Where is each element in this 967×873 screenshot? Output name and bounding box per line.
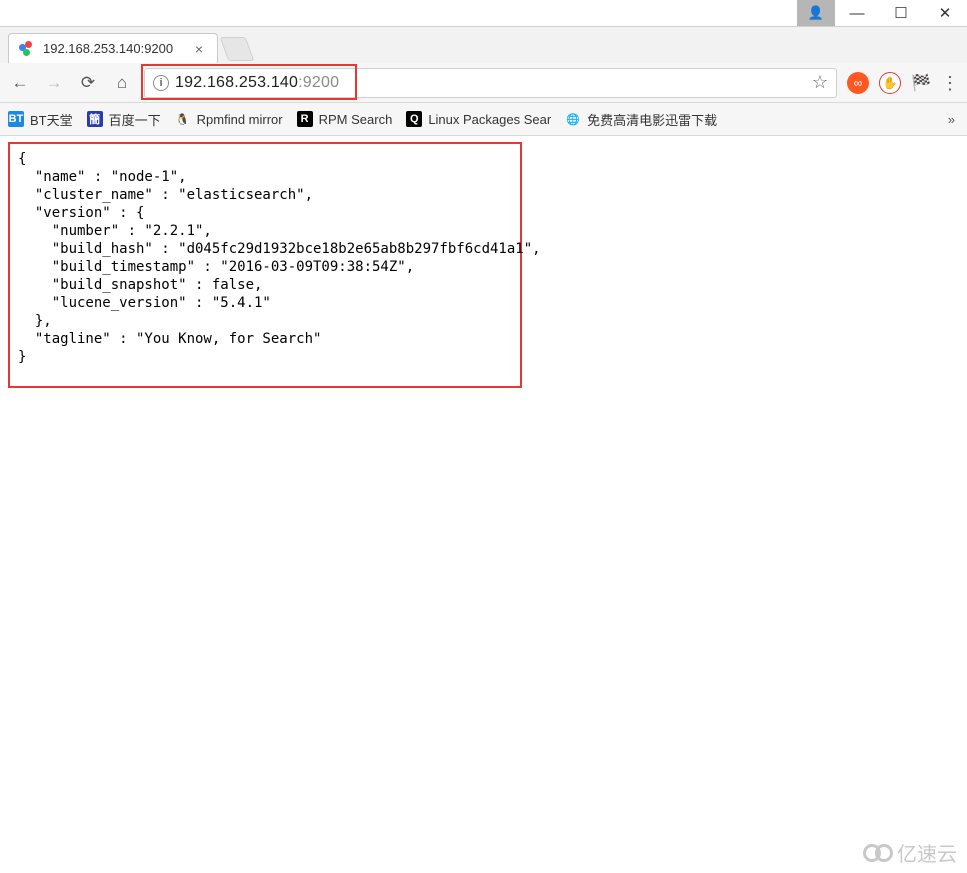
back-button[interactable]: ←	[8, 71, 32, 95]
back-arrow-icon: ←	[12, 73, 29, 93]
bookmark-label: 免费高清电影迅雷下载	[587, 110, 717, 129]
bookmark-icon: 🐧	[175, 111, 191, 127]
url-port: :9200	[298, 74, 339, 91]
bookmark-item[interactable]: 🌐 免费高清电影迅雷下载	[565, 110, 717, 129]
bookmark-label: RPM Search	[319, 112, 393, 127]
window-maximize-button[interactable]: ☐	[879, 0, 923, 26]
url-text[interactable]: 192.168.253.140:9200	[175, 74, 806, 92]
home-icon: ⌂	[117, 73, 127, 93]
bookmark-item[interactable]: 🐧 Rpmfind mirror	[175, 111, 283, 127]
url-host: 192.168.253.140	[175, 74, 298, 91]
bookmark-icon: R	[297, 111, 313, 127]
window-close-button[interactable]: ✕	[923, 0, 967, 26]
bookmarks-overflow-button[interactable]: »	[944, 112, 959, 127]
tab-favicon	[19, 41, 35, 57]
bookmark-label: 百度一下	[109, 110, 161, 129]
browser-tab[interactable]: 192.168.253.140:9200 ×	[8, 33, 218, 63]
window-titlebar: 👤 — ☐ ✕	[0, 0, 967, 27]
watermark: 亿速云	[863, 838, 957, 867]
extension-icon-2[interactable]: ✋	[879, 72, 901, 94]
forward-arrow-icon: →	[46, 73, 63, 93]
bookmark-item[interactable]: R RPM Search	[297, 111, 393, 127]
json-response-highlight: { "name" : "node-1", "cluster_name" : "e…	[8, 142, 522, 388]
new-tab-button[interactable]	[220, 37, 255, 61]
extension-icon-3[interactable]: 🏁	[911, 73, 931, 93]
bookmark-item[interactable]: Q Linux Packages Sear	[406, 111, 551, 127]
bookmark-icon: Q	[406, 111, 422, 127]
extension-icon-1[interactable]: ∞	[847, 72, 869, 94]
titlebar-spacer	[0, 0, 797, 26]
address-bar[interactable]: i 192.168.253.140:9200 ☆	[144, 68, 837, 98]
watermark-circle-icon	[875, 844, 893, 862]
bookmark-item[interactable]: 簡百度一下	[87, 110, 161, 129]
home-button[interactable]: ⌂	[110, 71, 134, 95]
page-content: { "name" : "node-1", "cluster_name" : "e…	[0, 136, 967, 873]
bookmark-icon: 🌐	[565, 111, 581, 127]
site-info-icon[interactable]: i	[153, 75, 169, 91]
browser-menu-button[interactable]: ⋮	[941, 80, 959, 86]
json-response-text: { "name" : "node-1", "cluster_name" : "e…	[18, 150, 512, 366]
bookmark-label: Linux Packages Sear	[428, 112, 551, 127]
tab-close-button[interactable]: ×	[191, 41, 207, 57]
bookmark-label: BT天堂	[30, 110, 73, 129]
bookmark-item[interactable]: BT BT天堂	[8, 110, 73, 129]
bookmark-label: Rpmfind mirror	[197, 112, 283, 127]
reload-button[interactable]: ⟳	[76, 71, 100, 95]
chevron-right-icon: »	[948, 112, 955, 127]
bookmarks-bar: BT BT天堂簡百度一下 🐧 Rpmfind mirror R RPM Search Q Li…	[0, 103, 967, 136]
window-minimize-button[interactable]: —	[835, 0, 879, 26]
bookmark-icon: BT	[8, 111, 24, 127]
bookmark-icon: 簡	[87, 111, 103, 127]
bookmark-star-icon[interactable]: ☆	[812, 72, 828, 93]
user-icon[interactable]: 👤	[797, 0, 835, 26]
tab-strip: 192.168.253.140:9200 ×	[0, 27, 967, 63]
browser-toolbar: ← → ⟳ ⌂ i 192.168.253.140:9200 ☆ ∞ ✋ 🏁 ⋮	[0, 63, 967, 103]
forward-button: →	[42, 71, 66, 95]
tab-title: 192.168.253.140:9200	[43, 41, 183, 56]
reload-icon: ⟳	[81, 73, 95, 93]
watermark-text: 亿速云	[897, 838, 957, 867]
